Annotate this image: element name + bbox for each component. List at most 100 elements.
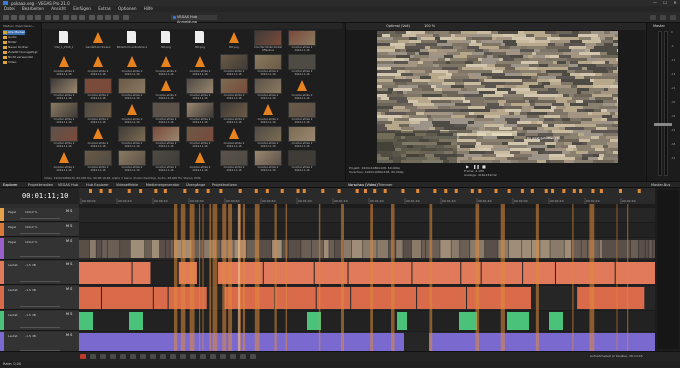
pause-icon[interactable]	[120, 354, 126, 359]
account-icon[interactable]	[670, 15, 676, 20]
media-item[interactable]: Counter-strike 2 2024-11-16	[82, 78, 114, 101]
video-clip[interactable]	[282, 240, 289, 258]
track-level-slider[interactable]	[20, 218, 60, 219]
track-header-1[interactable]: Pegel 100,0 % M S	[0, 208, 79, 222]
media-item[interactable]: Gandalf am Screen	[82, 30, 114, 53]
next-frame-icon[interactable]	[150, 354, 156, 359]
marker-flag[interactable]	[195, 189, 199, 193]
master-fader[interactable]	[654, 123, 672, 126]
media-item[interactable]: Counter-strike 2 2024-11-16	[150, 78, 182, 101]
media-item[interactable]: Counter-strike 2 2024-11-16	[82, 102, 114, 125]
video-clip[interactable]	[96, 240, 102, 258]
media-item[interactable]: Counter-strike 2 2024-11-16	[48, 102, 80, 125]
video-clip[interactable]	[564, 240, 572, 258]
media-item[interactable]: Mit.png	[150, 30, 182, 53]
video-clip[interactable]	[411, 240, 422, 258]
video-clip[interactable]	[599, 240, 603, 258]
track-level-slider[interactable]	[20, 233, 60, 234]
tab-hub-explorer[interactable]: Hub Explorer	[86, 183, 109, 187]
audio-clip[interactable]	[577, 287, 645, 309]
media-item[interactable]: Counter-strike 2 2024-11-16	[116, 54, 148, 77]
marker-flag[interactable]	[108, 189, 112, 193]
media-item[interactable]: Counter-strike 2 2024-11-16	[116, 150, 148, 173]
audio-clip[interactable]	[275, 287, 316, 309]
media-item[interactable]: Counter-strike 2 2024-11-16	[252, 54, 284, 77]
media-item[interactable]: Counter-strike 2 2024-11-16	[184, 150, 216, 173]
marker-flag[interactable]	[163, 189, 167, 193]
audio-clip[interactable]	[79, 262, 132, 284]
track-lane[interactable]	[79, 208, 655, 222]
media-item[interactable]: Counter-strike 2 2024-11-16	[150, 126, 182, 149]
tab-transitions[interactable]: Übergänge	[186, 183, 205, 187]
vegas-hub-login-tab[interactable]: VEGAS Hub Anmeldung	[171, 15, 217, 24]
mute-solo-buttons[interactable]: M S	[66, 262, 72, 266]
media-item[interactable]: Counter-strike 2 2024-11-16	[184, 102, 216, 125]
video-clip[interactable]	[217, 240, 221, 258]
cut-icon[interactable]	[63, 15, 69, 20]
media-item[interactable]: Counter-strike 2 2024-11-16	[286, 126, 318, 149]
audio-clip[interactable]	[79, 287, 101, 309]
track-lane[interactable]	[79, 223, 655, 237]
copy-icon[interactable]	[71, 15, 77, 20]
marker-flag[interactable]	[254, 189, 258, 193]
paste-icon[interactable]	[79, 15, 85, 20]
marker-flag[interactable]	[219, 189, 223, 193]
video-clip[interactable]	[403, 240, 412, 258]
video-clip[interactable]	[323, 240, 329, 258]
marker-flag[interactable]	[206, 189, 210, 193]
audio-clip[interactable]	[412, 262, 461, 284]
media-item[interactable]: Counter-strike 2 2024-11-16	[218, 150, 250, 173]
marker-flag[interactable]	[544, 189, 548, 193]
audio-clip[interactable]	[132, 262, 151, 284]
media-item[interactable]: Counter-strike 2 2024-11-16	[184, 78, 216, 101]
mute-solo-buttons[interactable]: M S	[66, 224, 72, 228]
video-clip[interactable]	[130, 240, 145, 258]
marker-flag[interactable]	[520, 189, 524, 193]
marker-flag[interactable]	[337, 189, 341, 193]
go-end-icon[interactable]	[170, 354, 176, 359]
tab-video-fx[interactable]: Videoeffekte	[116, 183, 138, 187]
preview-zoom-select[interactable]: 100 %	[424, 23, 435, 30]
tab-vegas-hub[interactable]: VEGAS Hub	[58, 183, 78, 187]
marker-flag[interactable]	[183, 189, 187, 193]
audio-clip[interactable]	[79, 333, 404, 351]
marker-flag[interactable]	[139, 189, 143, 193]
zoom-in-icon[interactable]	[240, 354, 246, 359]
redo-icon[interactable]	[53, 15, 59, 20]
help-icon[interactable]	[123, 15, 129, 20]
media-item[interactable]: Counter-strike 2 2024-11-16	[218, 78, 250, 101]
video-clip[interactable]	[351, 240, 363, 258]
loop-icon[interactable]	[90, 354, 96, 359]
marker-flag[interactable]	[265, 189, 269, 193]
tab-project-notes[interactable]: Projektnotizen	[212, 183, 237, 187]
video-clip[interactable]	[259, 240, 272, 258]
video-clip[interactable]	[638, 240, 645, 258]
video-clip[interactable]	[272, 240, 282, 258]
tab-video-preview[interactable]: Vorschau (Video)	[348, 183, 378, 187]
media-item[interactable]: Counter-strike 2 2024-11-16	[82, 54, 114, 77]
media-item[interactable]: Counter-strike 2 2024-11-16	[252, 102, 284, 125]
audio-clip[interactable]	[417, 287, 467, 309]
media-item[interactable]: Counter-strike 2 2024-11-16	[252, 126, 284, 149]
media-item[interactable]: Counter-strike 2 2024-11-16	[218, 126, 250, 149]
zoom-out-icon[interactable]	[250, 354, 256, 359]
media-item[interactable]: Counter-strike 2 2024-11-16	[286, 150, 318, 173]
audio-clip[interactable]	[129, 312, 143, 330]
marker-flag[interactable]	[363, 189, 367, 193]
video-clip[interactable]	[159, 240, 166, 258]
media-item[interactable]: Counter-strike 2 2024-11-16	[116, 102, 148, 125]
marker-flag[interactable]	[401, 189, 405, 193]
envelope-tool-icon[interactable]	[97, 15, 103, 20]
audio-clip[interactable]	[348, 262, 412, 284]
video-clip[interactable]	[550, 240, 564, 258]
record-icon[interactable]	[80, 354, 86, 359]
marker-flag[interactable]	[454, 189, 458, 193]
media-item[interactable]: Counter-strike 2 2024-11-16	[150, 150, 182, 173]
media-item[interactable]: Counter-strike 2 2024-11-16	[286, 30, 318, 53]
split-icon[interactable]	[200, 354, 206, 359]
video-clip[interactable]	[440, 240, 451, 258]
video-clip[interactable]	[288, 240, 301, 258]
video-clip[interactable]	[425, 240, 440, 258]
tab-media-generators[interactable]: Medienergenerator	[146, 183, 180, 187]
notifications-icon[interactable]	[660, 15, 666, 20]
